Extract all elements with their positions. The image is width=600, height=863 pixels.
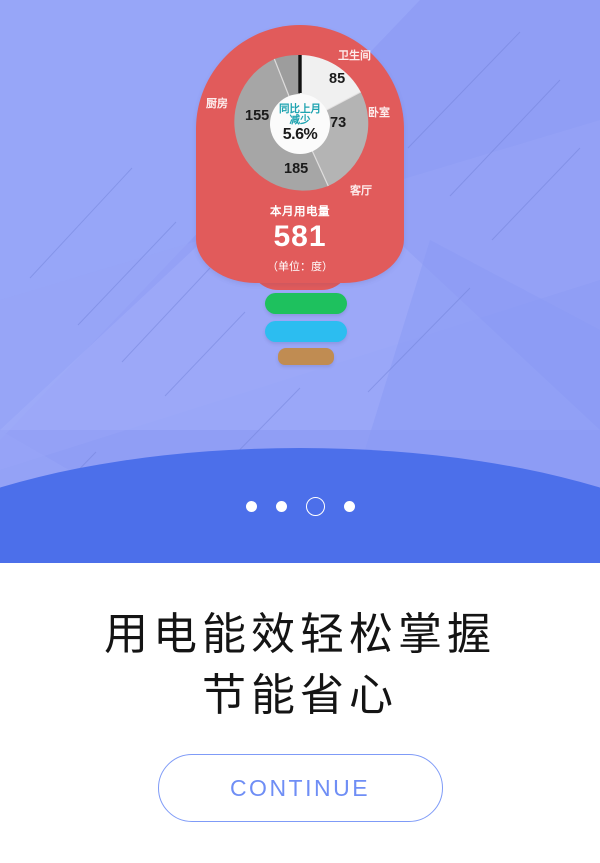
page-dot-4[interactable] xyxy=(343,501,355,512)
onboarding-text-panel: 用电能效轻松掌握 节能省心 CONTINUE xyxy=(0,563,600,863)
background-graphic xyxy=(0,0,600,563)
page-dot-1[interactable] xyxy=(245,501,257,512)
hero-illustration-panel: 本月用电量 581 （单位：度） 卫生间 卧室 客厅 厨房 同比上月 减少 5.… xyxy=(0,0,600,563)
pagination-dots xyxy=(0,497,600,516)
headline-line-2: 节能省心 xyxy=(202,670,398,720)
headline-line-1: 用电能效轻松掌握 xyxy=(104,610,496,659)
continue-button-row: CONTINUE xyxy=(0,754,600,823)
page-dot-2[interactable] xyxy=(275,501,287,512)
page-dot-3-active[interactable] xyxy=(305,497,325,516)
continue-button[interactable]: CONTINUE xyxy=(157,754,443,823)
